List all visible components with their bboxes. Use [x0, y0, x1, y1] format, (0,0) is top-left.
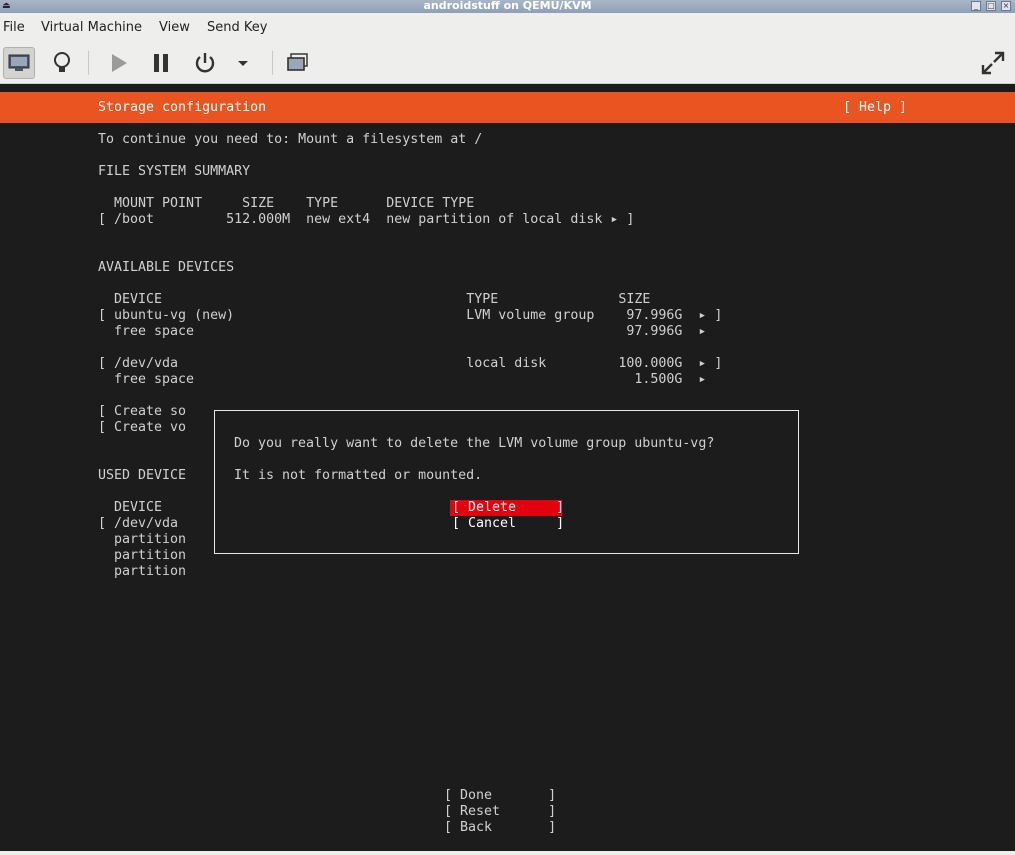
used-devices-heading: USED DEVICE — [98, 468, 187, 483]
monitor-icon[interactable] — [3, 47, 35, 79]
device-row-ubuntu-vg[interactable]: [ ubuntu-vg (new) LVM volume group 97.99… — [98, 308, 722, 324]
page-title: Storage configuration — [98, 100, 267, 115]
available-devices-columns: DEVICE TYPE SIZE — [98, 292, 651, 307]
delete-button[interactable]: [ Delete ] — [452, 500, 564, 516]
confirm-delete-dialog: Do you really want to delete the LVM vol… — [214, 410, 799, 554]
installer-header: Storage configuration [ Help ] — [0, 92, 1015, 123]
fs-summary-heading: FILE SYSTEM SUMMARY — [98, 164, 251, 179]
vm-console[interactable]: Storage configuration [ Help ] To contin… — [0, 84, 1015, 851]
available-devices-heading: AVAILABLE DEVICES — [98, 260, 235, 275]
reset-button[interactable]: [ Reset ] — [444, 804, 556, 820]
window-titlebar: ⏏ androidstuff on QEMU/KVM _ □ × — [0, 0, 1015, 13]
menu-view[interactable]: View — [159, 20, 190, 35]
screenshot-icon[interactable] — [282, 47, 314, 79]
create-software-raid-button[interactable]: [ Create so — [98, 404, 186, 420]
maximize-icon[interactable]: □ — [986, 1, 996, 11]
minimize-icon[interactable]: _ — [971, 1, 981, 11]
used-partition-row[interactable]: partition — [98, 564, 186, 580]
lightbulb-icon[interactable] — [46, 47, 78, 79]
toolbar-separator — [88, 51, 89, 75]
create-volume-group-button[interactable]: [ Create vo — [98, 420, 186, 436]
menu-file[interactable]: File — [3, 20, 25, 35]
device-row-free-space[interactable]: free space 97.996G ▸ — [98, 324, 706, 340]
dialog-note: It is not formatted or mounted. — [234, 468, 483, 483]
window-bottom-border — [0, 851, 1015, 855]
used-devices-columns: DEVICE — [98, 500, 163, 515]
instruction-text: To continue you need to: Mount a filesys… — [98, 132, 483, 147]
toolbar-separator — [272, 51, 273, 75]
done-button[interactable]: [ Done ] — [444, 788, 556, 804]
chevron-down-icon[interactable] — [227, 47, 259, 79]
device-row-free-space[interactable]: free space 1.500G ▸ — [98, 372, 706, 388]
menu-send-key[interactable]: Send Key — [207, 20, 267, 35]
help-button[interactable]: [ Help ] — [843, 100, 907, 116]
menubar: File Virtual Machine View Send Key — [0, 13, 1015, 43]
dialog-question: Do you really want to delete the LVM vol… — [234, 436, 715, 451]
close-icon[interactable]: × — [1001, 1, 1011, 11]
used-device-row[interactable]: [ /dev/vda — [98, 516, 178, 532]
fs-summary-row[interactable]: [ /boot 512.000M new ext4 new partition … — [98, 212, 634, 228]
power-icon[interactable] — [189, 47, 221, 79]
pause-icon[interactable] — [145, 47, 177, 79]
back-button[interactable]: [ Back ] — [444, 820, 556, 836]
cancel-button[interactable]: [ Cancel ] — [452, 516, 564, 532]
used-partition-row[interactable]: partition — [98, 548, 186, 564]
used-partition-row[interactable]: partition — [98, 532, 186, 548]
fullscreen-icon[interactable] — [977, 47, 1009, 79]
device-row-dev-vda[interactable]: [ /dev/vda local disk 100.000G ▸ ] — [98, 356, 722, 372]
fs-summary-columns: MOUNT POINT SIZE TYPE DEVICE TYPE — [98, 196, 475, 211]
menu-virtual-machine[interactable]: Virtual Machine — [41, 20, 142, 35]
play-icon[interactable] — [103, 47, 135, 79]
toolbar — [0, 43, 1015, 84]
window-title: androidstuff on QEMU/KVM — [423, 0, 592, 12]
